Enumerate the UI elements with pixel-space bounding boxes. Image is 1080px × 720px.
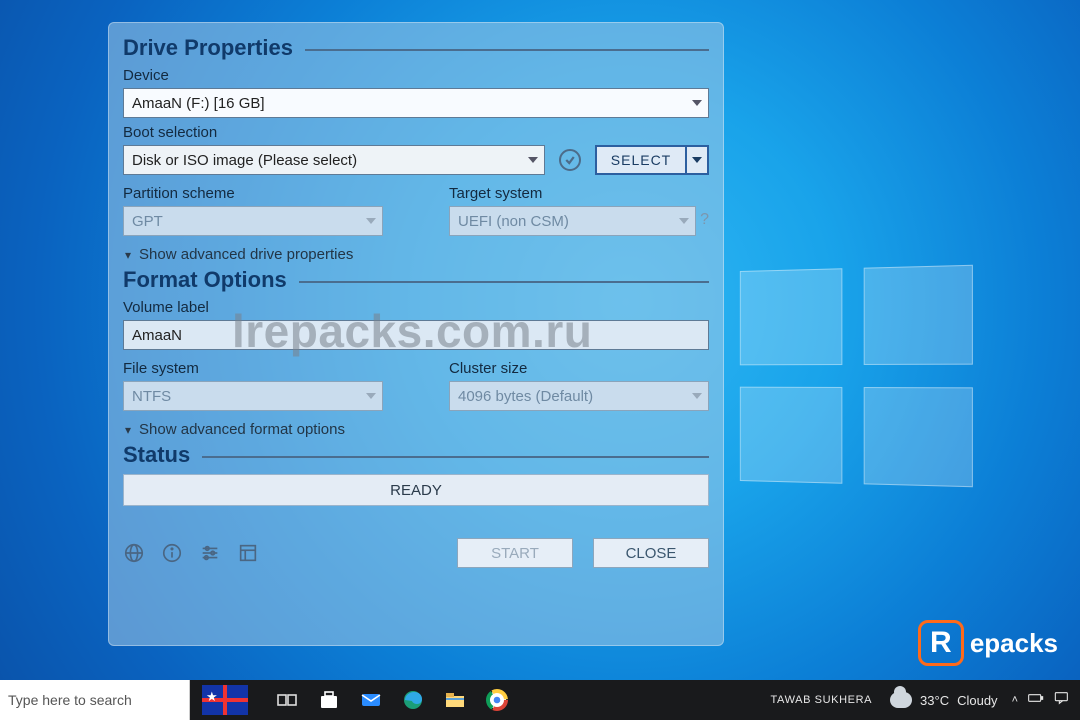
weather-cond: Cloudy: [957, 693, 997, 708]
target-system-dropdown[interactable]: UEFI (non CSM): [449, 206, 696, 236]
rufus-dialog: Drive Properties Device AmaaN (F:) [16 G…: [108, 22, 724, 646]
windows-logo: [740, 265, 973, 487]
chevron-down-icon: [366, 218, 376, 224]
select-dropdown-toggle[interactable]: [687, 145, 709, 175]
taskbar-flag-icon[interactable]: ★: [190, 680, 260, 720]
chevron-down-icon: ▾: [125, 248, 131, 262]
select-iso-split-button[interactable]: SELECT: [595, 145, 709, 175]
filesystem-dropdown[interactable]: NTFS: [123, 381, 383, 411]
cluster-size-dropdown[interactable]: 4096 bytes (Default): [449, 381, 709, 411]
device-value: AmaaN (F:) [16 GB]: [132, 95, 265, 112]
chrome-icon[interactable]: [484, 687, 510, 713]
section-header-format: Format Options: [123, 267, 709, 293]
search-placeholder: Type here to search: [8, 692, 132, 708]
target-system-help-icon[interactable]: ?: [700, 211, 709, 229]
volume-label-input[interactable]: AmaaN: [123, 320, 709, 350]
checkmark-icon: [564, 154, 576, 166]
action-center-icon[interactable]: [1054, 690, 1070, 711]
status-value: READY: [390, 482, 442, 499]
globe-icon[interactable]: [123, 542, 145, 564]
cluster-size-value: 4096 bytes (Default): [458, 388, 593, 405]
store-icon[interactable]: [316, 687, 342, 713]
close-button[interactable]: CLOSE: [593, 538, 709, 568]
section-title: Format Options: [123, 267, 287, 293]
device-label: Device: [123, 67, 709, 84]
check-hash-button[interactable]: [559, 149, 581, 171]
filesystem-value: NTFS: [132, 388, 171, 405]
section-header-status: Status: [123, 442, 709, 468]
advanced-format-label: Show advanced format options: [139, 421, 345, 438]
brand-text: epacks: [970, 628, 1058, 659]
device-dropdown[interactable]: AmaaN (F:) [16 GB]: [123, 88, 709, 118]
start-button[interactable]: START: [457, 538, 573, 568]
boot-selection-value: Disk or ISO image (Please select): [132, 152, 357, 169]
brand-initial: R: [918, 620, 964, 666]
section-title: Drive Properties: [123, 35, 293, 61]
boot-selection-dropdown[interactable]: Disk or ISO image (Please select): [123, 145, 545, 175]
boot-selection-label: Boot selection: [123, 124, 709, 141]
cloud-icon: [890, 692, 912, 708]
tray-overflow-icon[interactable]: ˄: [1012, 694, 1018, 706]
advanced-drive-label: Show advanced drive properties: [139, 246, 353, 263]
taskbar: Type here to search ★: [0, 680, 1080, 720]
partition-scheme-dropdown[interactable]: GPT: [123, 206, 383, 236]
section-header-drive: Drive Properties: [123, 35, 709, 61]
mail-icon[interactable]: [358, 687, 384, 713]
chevron-down-icon: [692, 393, 702, 399]
taskbar-user-label: TAWAB SUKHERA: [771, 680, 891, 720]
taskbar-search-input[interactable]: Type here to search: [0, 680, 190, 720]
desktop: lrepacks.com.ru R epacks Drive Propertie…: [0, 0, 1080, 720]
chevron-down-icon: [366, 393, 376, 399]
file-explorer-icon[interactable]: [442, 687, 468, 713]
log-icon[interactable]: [237, 542, 259, 564]
chevron-down-icon: [528, 157, 538, 163]
lrepacks-badge: R epacks: [918, 620, 1058, 666]
filesystem-label: File system: [123, 360, 383, 377]
advanced-drive-expander[interactable]: ▾ Show advanced drive properties: [125, 246, 709, 263]
info-icon[interactable]: [161, 542, 183, 564]
chevron-down-icon: [679, 218, 689, 224]
battery-icon[interactable]: [1028, 690, 1044, 711]
target-system-label: Target system: [449, 185, 696, 202]
select-button[interactable]: SELECT: [595, 145, 687, 175]
partition-scheme-label: Partition scheme: [123, 185, 383, 202]
triangle-down-icon: [692, 157, 702, 163]
taskbar-weather[interactable]: 33°C Cloudy: [890, 680, 1012, 720]
chevron-down-icon: ▾: [125, 423, 131, 437]
task-view-icon[interactable]: [274, 687, 300, 713]
status-bar: READY: [123, 474, 709, 506]
volume-label-value: AmaaN: [132, 327, 182, 344]
system-tray: ˄: [1012, 680, 1080, 720]
cluster-size-label: Cluster size: [449, 360, 709, 377]
partition-scheme-value: GPT: [132, 213, 163, 230]
target-system-value: UEFI (non CSM): [458, 213, 569, 230]
settings-sliders-icon[interactable]: [199, 542, 221, 564]
section-title: Status: [123, 442, 190, 468]
weather-temp: 33°C: [920, 693, 949, 708]
advanced-format-expander[interactable]: ▾ Show advanced format options: [125, 421, 709, 438]
edge-icon[interactable]: [400, 687, 426, 713]
taskbar-pinned-apps: [260, 680, 524, 720]
volume-label-label: Volume label: [123, 299, 709, 316]
chevron-down-icon: [692, 100, 702, 106]
